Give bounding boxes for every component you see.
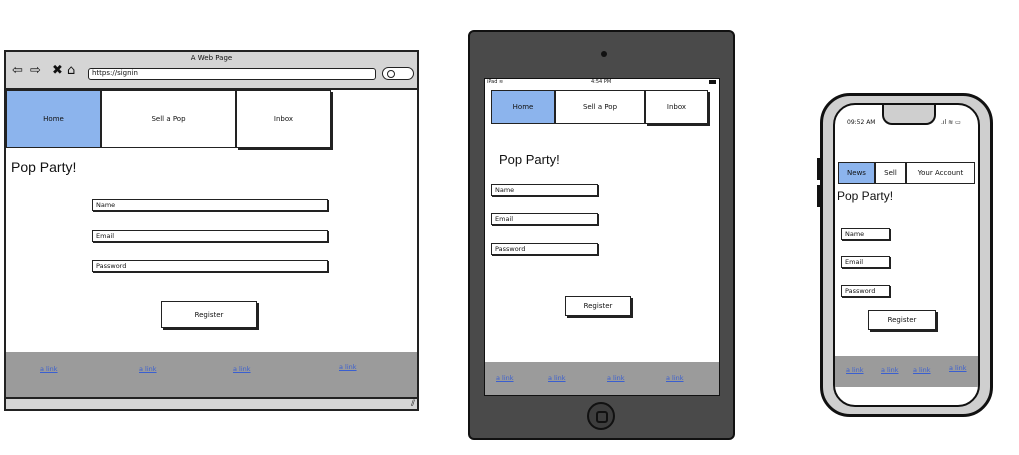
footer-link[interactable]: a link xyxy=(607,374,625,382)
email-field[interactable]: Email xyxy=(841,256,890,268)
home-button-icon[interactable] xyxy=(587,402,615,430)
footer-link[interactable]: a link xyxy=(666,374,684,382)
tab-home[interactable]: Home xyxy=(6,90,101,148)
battery-icon xyxy=(709,80,716,84)
camera-icon xyxy=(601,51,607,57)
password-field[interactable]: Password xyxy=(491,243,598,255)
tab-your-account[interactable]: Your Account xyxy=(906,162,975,184)
tab-sell-a-pop[interactable]: Sell a Pop xyxy=(555,90,645,124)
page-title: Pop Party! xyxy=(499,152,560,167)
phone-volume-button xyxy=(817,185,820,207)
footer-link[interactable]: a link xyxy=(846,366,864,374)
tab-sell-a-pop[interactable]: Sell a Pop xyxy=(101,90,236,148)
footer-link[interactable]: a link xyxy=(233,365,251,373)
status-time: 09:52 AM xyxy=(847,119,876,126)
tab-news[interactable]: News xyxy=(838,162,875,184)
phone-mockup: 09:52 AM .ıl ≋ ▭ News Sell Your Account … xyxy=(820,93,993,417)
tab-inbox[interactable]: Inbox xyxy=(645,90,708,124)
footer-link[interactable]: a link xyxy=(949,364,967,372)
search-icon[interactable] xyxy=(382,67,414,80)
device-label: iPad xyxy=(487,79,498,85)
tab-inbox[interactable]: Inbox xyxy=(236,90,331,148)
name-field[interactable]: Name xyxy=(841,228,890,240)
footer: a link a link a link a link xyxy=(835,356,978,387)
window-title: A Web Page xyxy=(190,54,233,62)
status-time: 4:54 PM xyxy=(591,79,612,85)
register-button[interactable]: Register xyxy=(565,296,631,316)
email-field[interactable]: Email xyxy=(92,230,328,242)
footer-link[interactable]: a link xyxy=(339,363,357,371)
tab-sell[interactable]: Sell xyxy=(875,162,906,184)
name-field[interactable]: Name xyxy=(92,199,328,211)
forward-arrow-icon[interactable]: ⇨ xyxy=(30,64,41,78)
tablet-screen: iPad ≋ 4:54 PM Home Sell a Pop Inbox Pop… xyxy=(484,78,720,396)
horizontal-scrollbar[interactable]: ⫽ xyxy=(6,397,417,409)
status-bar: iPad ≋ 4:54 PM xyxy=(485,79,719,86)
resize-grip-icon[interactable]: ⫽ xyxy=(411,400,415,409)
password-field[interactable]: Password xyxy=(92,260,328,272)
desktop-browser-mockup: A Web Page ⇦ ⇨ ✖ ⌂ https://signin Home S… xyxy=(4,50,419,411)
footer-link[interactable]: a link xyxy=(40,365,58,373)
footer-link[interactable]: a link xyxy=(139,365,157,373)
tablet-mockup: iPad ≋ 4:54 PM Home Sell a Pop Inbox Pop… xyxy=(468,30,735,440)
url-bar[interactable]: https://signin xyxy=(88,68,376,80)
footer-link[interactable]: a link xyxy=(881,366,899,374)
back-arrow-icon[interactable]: ⇦ xyxy=(12,64,23,78)
phone-nav: News Sell Your Account xyxy=(838,162,975,184)
wifi-icon: ≋ xyxy=(499,79,504,85)
phone-volume-button xyxy=(817,158,820,180)
signal-wifi-battery-icon: .ıl ≋ ▭ xyxy=(941,119,961,126)
tab-home[interactable]: Home xyxy=(491,90,555,124)
phone-power-button xyxy=(990,198,993,230)
browser-toolbar: A Web Page ⇦ ⇨ ✖ ⌂ https://signin xyxy=(6,52,417,90)
phone-notch xyxy=(882,105,936,125)
phone-screen: 09:52 AM .ıl ≋ ▭ News Sell Your Account … xyxy=(833,103,980,407)
footer: a link a link a link a link xyxy=(485,362,719,395)
footer-link[interactable]: a link xyxy=(548,374,566,382)
register-button[interactable]: Register xyxy=(868,310,936,330)
close-icon[interactable]: ✖ xyxy=(52,64,63,78)
password-field[interactable]: Password xyxy=(841,285,890,297)
footer-link[interactable]: a link xyxy=(913,366,931,374)
footer-link[interactable]: a link xyxy=(496,374,514,382)
email-field[interactable]: Email xyxy=(491,213,598,225)
register-button[interactable]: Register xyxy=(161,301,257,328)
page-title: Pop Party! xyxy=(837,189,894,203)
footer: a link a link a link a link xyxy=(6,352,417,397)
desktop-nav: Home Sell a Pop Inbox xyxy=(6,90,332,148)
name-field[interactable]: Name xyxy=(491,184,598,196)
page-title: Pop Party! xyxy=(11,159,77,175)
home-icon[interactable]: ⌂ xyxy=(67,64,75,78)
tablet-nav: Home Sell a Pop Inbox xyxy=(491,90,708,124)
